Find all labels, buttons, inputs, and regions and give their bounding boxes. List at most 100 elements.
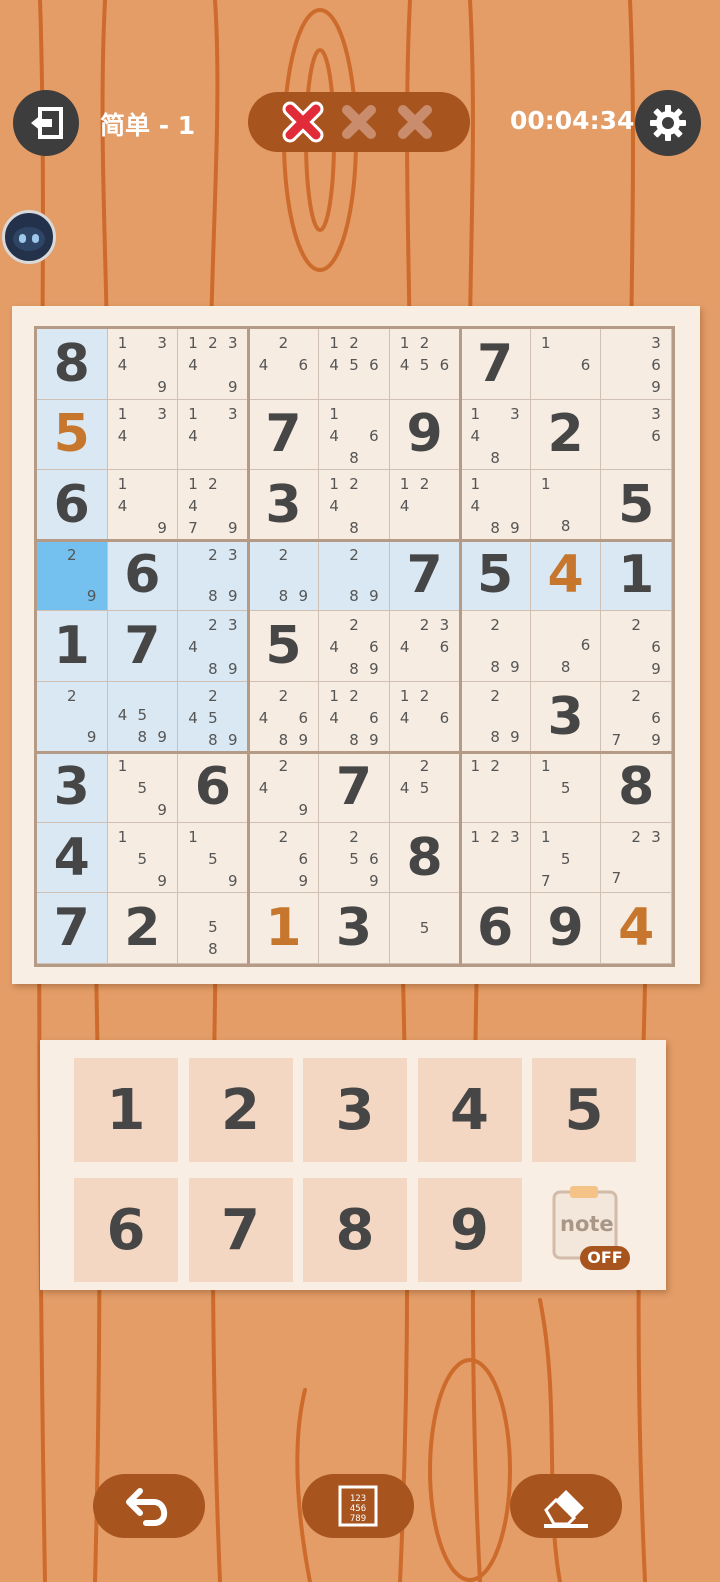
sudoku-cell[interactable]: 159: [107, 752, 179, 823]
sudoku-cell[interactable]: 124 6: [389, 681, 461, 753]
sudoku-cell[interactable]: 157: [530, 822, 602, 894]
number-key-5[interactable]: 5: [532, 1058, 636, 1162]
sudoku-cell[interactable]: 24 689: [319, 611, 390, 682]
settings-button[interactable]: [635, 90, 701, 156]
exit-button[interactable]: [13, 90, 79, 156]
sudoku-cell[interactable]: 9: [389, 399, 461, 471]
sudoku-cell[interactable]: 26 7 9: [601, 681, 672, 753]
sudoku-cell[interactable]: 5: [248, 611, 320, 682]
sudoku-cell[interactable]: 29: [37, 540, 108, 612]
sudoku-cell[interactable]: 3: [37, 752, 108, 823]
number-key-7[interactable]: 7: [188, 1178, 293, 1282]
sudoku-cell[interactable]: 1248: [319, 470, 390, 541]
sudoku-cell[interactable]: 7: [37, 893, 108, 964]
sudoku-cell[interactable]: 4: [601, 893, 672, 964]
sudoku-cell[interactable]: 16: [530, 329, 602, 400]
number-key-3[interactable]: 3: [303, 1058, 407, 1162]
sudoku-cell[interactable]: 15: [530, 752, 602, 823]
sudoku-cell[interactable]: 245: [389, 752, 461, 823]
sudoku-cell[interactable]: 29: [37, 681, 108, 753]
sudoku-cell[interactable]: 4: [530, 540, 602, 612]
sudoku-cell[interactable]: 6: [460, 893, 531, 964]
sudoku-cell[interactable]: 1 3 4 9: [107, 329, 179, 400]
sudoku-cell[interactable]: 1: [37, 611, 108, 682]
candidates-button[interactable]: 123 456 789: [302, 1474, 414, 1538]
sudoku-cell[interactable]: 3: [319, 893, 390, 964]
sudoku-cell[interactable]: 23 7: [601, 822, 672, 894]
sudoku-cell[interactable]: 68: [530, 611, 602, 682]
sudoku-cell[interactable]: 6: [178, 752, 249, 823]
sudoku-cell[interactable]: 23 89: [178, 540, 249, 612]
note-digit: [113, 447, 133, 467]
sudoku-cell[interactable]: 23 4 6: [389, 611, 461, 682]
sudoku-cell[interactable]: 5: [37, 399, 108, 471]
sudoku-cell[interactable]: 2 89: [248, 540, 320, 612]
sudoku-cell[interactable]: 45 89: [107, 681, 179, 753]
sudoku-cell[interactable]: 2 89: [460, 611, 531, 682]
number-key-8[interactable]: 8: [303, 1178, 407, 1282]
sudoku-cell[interactable]: 5: [460, 540, 531, 612]
sudoku-cell[interactable]: 1 3 48: [460, 399, 531, 471]
sudoku-cell[interactable]: 2 89: [460, 681, 531, 753]
sudoku-cell[interactable]: 1 489: [460, 470, 531, 541]
sudoku-cell[interactable]: 36: [601, 399, 672, 471]
sudoku-cell[interactable]: 7: [460, 329, 531, 400]
sudoku-cell[interactable]: 24 9: [248, 752, 320, 823]
number-key-4[interactable]: 4: [417, 1058, 522, 1162]
sudoku-cell[interactable]: 124: [389, 470, 461, 541]
sudoku-cell[interactable]: 12: [460, 752, 531, 823]
sudoku-cell[interactable]: 2 56 9: [319, 822, 390, 894]
sudoku-cell[interactable]: 8: [601, 752, 672, 823]
sudoku-cell[interactable]: 1: [601, 540, 672, 612]
note-digit: [465, 726, 485, 748]
sudoku-cell[interactable]: 124 7 9: [178, 470, 249, 541]
sudoku-cell[interactable]: 5: [389, 893, 461, 964]
sudoku-cell[interactable]: 159: [107, 822, 179, 894]
sudoku-cell[interactable]: 12456: [389, 329, 461, 400]
sudoku-cell[interactable]: 23 489: [178, 611, 249, 682]
number-key-6[interactable]: 6: [74, 1178, 178, 1282]
sudoku-cell[interactable]: 7: [107, 611, 179, 682]
sudoku-cell[interactable]: 123 4 9: [178, 329, 249, 400]
note-digit: 2: [419, 616, 430, 635]
erase-button[interactable]: [510, 1474, 622, 1538]
sudoku-cell[interactable]: 159: [178, 822, 249, 894]
sudoku-cell[interactable]: 6: [107, 540, 179, 612]
sudoku-cell[interactable]: 3 6 9: [601, 329, 672, 400]
avatar[interactable]: [2, 210, 56, 264]
sudoku-cell[interactable]: 3: [248, 470, 320, 541]
note-toggle-button[interactable]: note OFF: [532, 1178, 636, 1282]
number-key-1[interactable]: 1: [74, 1058, 178, 1162]
sudoku-cell[interactable]: 1 3 4: [107, 399, 179, 471]
sudoku-cell[interactable]: 123: [460, 822, 531, 894]
sudoku-cell[interactable]: 24 689: [248, 681, 320, 753]
sudoku-cell[interactable]: 1 4 9: [107, 470, 179, 541]
sudoku-cell[interactable]: 1: [248, 893, 320, 964]
sudoku-cell[interactable]: 7: [389, 540, 461, 612]
sudoku-cell[interactable]: 9: [530, 893, 602, 964]
sudoku-cell[interactable]: 245 89: [178, 681, 249, 753]
undo-button[interactable]: [93, 1474, 205, 1538]
sudoku-cell[interactable]: 2: [107, 893, 179, 964]
sudoku-cell[interactable]: 7: [248, 399, 320, 471]
number-key-9[interactable]: 9: [417, 1178, 522, 1282]
sudoku-cell[interactable]: 7: [319, 752, 390, 823]
sudoku-cell[interactable]: 1 3 4: [178, 399, 249, 471]
sudoku-cell[interactable]: 18: [530, 470, 602, 541]
sudoku-cell[interactable]: 5: [601, 470, 672, 541]
sudoku-cell[interactable]: 124 689: [319, 681, 390, 753]
sudoku-cell[interactable]: 6: [37, 470, 108, 541]
number-key-2[interactable]: 2: [188, 1058, 293, 1162]
sudoku-cell[interactable]: 26 9: [248, 822, 320, 894]
sudoku-cell[interactable]: 4: [37, 822, 108, 894]
sudoku-cell[interactable]: 3: [530, 681, 602, 753]
sudoku-cell[interactable]: 12456: [319, 329, 390, 400]
sudoku-cell[interactable]: 58: [178, 893, 249, 964]
sudoku-cell[interactable]: 8: [37, 329, 108, 400]
sudoku-cell[interactable]: 24 6: [248, 329, 320, 400]
sudoku-cell[interactable]: 26 9: [601, 611, 672, 682]
sudoku-cell[interactable]: 1 4 68: [319, 399, 390, 471]
sudoku-cell[interactable]: 8: [389, 822, 461, 894]
sudoku-cell[interactable]: 2 89: [319, 540, 390, 612]
sudoku-cell[interactable]: 2: [530, 399, 602, 471]
